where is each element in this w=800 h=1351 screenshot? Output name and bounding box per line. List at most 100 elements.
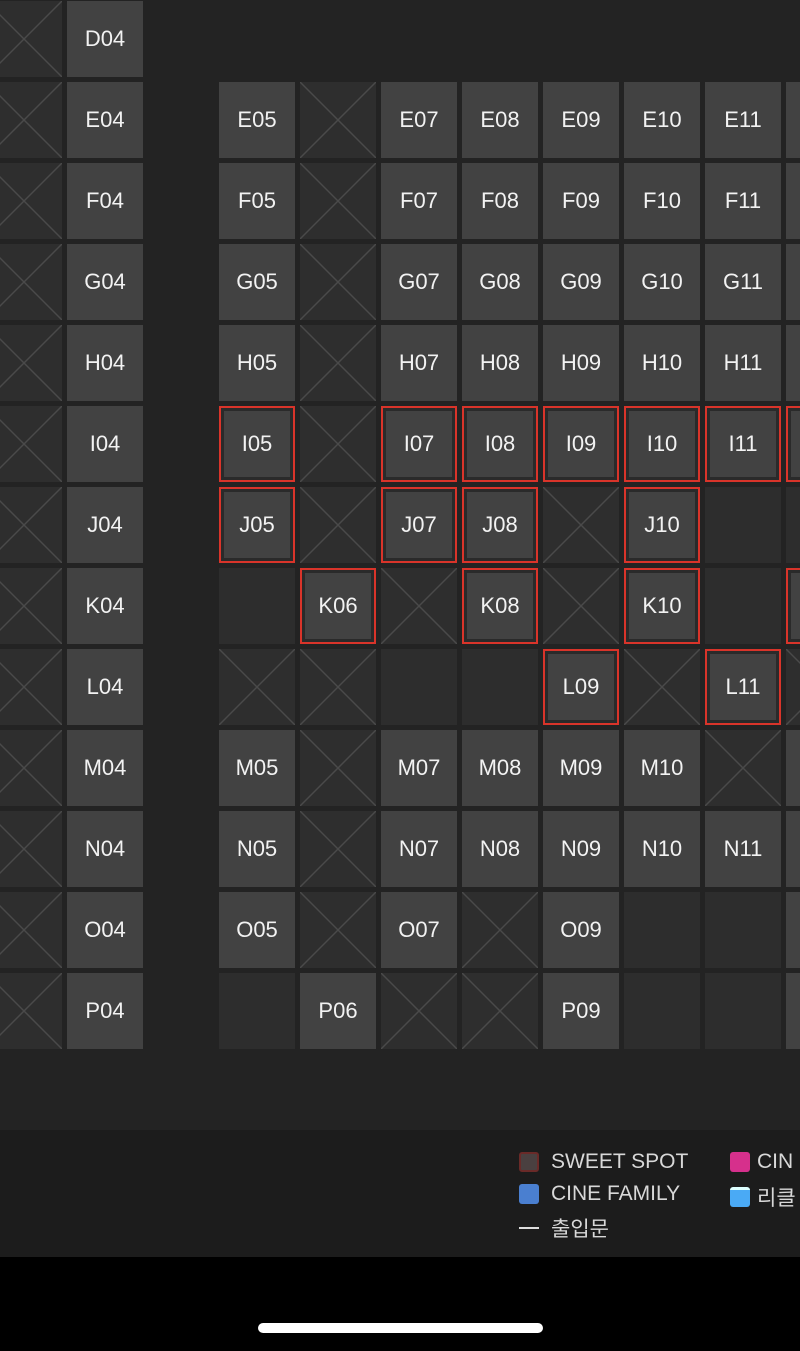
seat-g05-seat[interactable]: G05: [219, 244, 295, 320]
seat-e05-seat[interactable]: E05: [219, 82, 295, 158]
seat-n10-seat[interactable]: N10: [624, 811, 700, 887]
seat-g12-seat[interactable]: [786, 244, 800, 320]
seat-j04-seat[interactable]: J04: [67, 487, 143, 563]
seat-g10-seat[interactable]: G10: [624, 244, 700, 320]
seat-k06-sweet[interactable]: K06: [300, 568, 376, 644]
seat-i10-sweet[interactable]: I10: [624, 406, 700, 482]
seat-e10-seat[interactable]: E10: [624, 82, 700, 158]
seat-m10-seat[interactable]: M10: [624, 730, 700, 806]
seat-n07-seat[interactable]: N07: [381, 811, 457, 887]
seat-m07-seat[interactable]: M07: [381, 730, 457, 806]
seat-i04-seat[interactable]: I04: [67, 406, 143, 482]
seat-f07-seat[interactable]: F07: [381, 163, 457, 239]
seat-i11-sweet[interactable]: I11: [705, 406, 781, 482]
seat-g09-seat[interactable]: G09: [543, 244, 619, 320]
seat-h09-seat[interactable]: H09: [543, 325, 619, 401]
seat-label: F07: [400, 188, 438, 213]
seat-label: L04: [86, 674, 124, 699]
seat-label: M10: [640, 755, 684, 780]
seat-e09-seat[interactable]: E09: [543, 82, 619, 158]
seat-j07-sweet[interactable]: J07: [381, 487, 457, 563]
seat-m09-seat[interactable]: M09: [543, 730, 619, 806]
seat-l04-seat[interactable]: L04: [67, 649, 143, 725]
seat-i12-sweet[interactable]: [786, 406, 800, 482]
seat-e11-seat[interactable]: E11: [705, 82, 781, 158]
blocked-x-icon: [705, 730, 781, 806]
seat-f10-seat[interactable]: F10: [624, 163, 700, 239]
seat-i09-sweet[interactable]: I09: [543, 406, 619, 482]
seat-f12-seat[interactable]: [786, 163, 800, 239]
seat-n08-seat[interactable]: N08: [462, 811, 538, 887]
seat-f08-seat[interactable]: F08: [462, 163, 538, 239]
seat-k04-seat[interactable]: K04: [67, 568, 143, 644]
seat-e12-seat[interactable]: [786, 82, 800, 158]
seat-i07-sweet[interactable]: I07: [381, 406, 457, 482]
seat-p12-seat[interactable]: [786, 973, 800, 1049]
legend-label: 리클: [757, 1187, 796, 1210]
seat-l09-sweet[interactable]: L09: [543, 649, 619, 725]
seat-d04-seat[interactable]: D04: [67, 1, 143, 77]
seat-l11-sweet[interactable]: L11: [705, 649, 781, 725]
seat-label: L11: [710, 654, 776, 720]
seat-label: F10: [643, 188, 681, 213]
seat-o07-seat[interactable]: O07: [381, 892, 457, 968]
seat-f09-seat[interactable]: F09: [543, 163, 619, 239]
seat-k08-sweet[interactable]: K08: [462, 568, 538, 644]
seat-label: J10: [629, 492, 695, 558]
seat-m05-seat[interactable]: M05: [219, 730, 295, 806]
blocked-x-icon: [624, 649, 700, 725]
seat-o05-seat[interactable]: O05: [219, 892, 295, 968]
seat-m03-blocked: [0, 730, 62, 806]
seat-f05-seat[interactable]: F05: [219, 163, 295, 239]
seat-g08-seat[interactable]: G08: [462, 244, 538, 320]
seat-f03-blocked: [0, 163, 62, 239]
legend-recliner: 리클: [730, 1182, 796, 1212]
seat-p08-blocked: [462, 973, 538, 1049]
seat-h12-seat[interactable]: [786, 325, 800, 401]
seat-o09-seat[interactable]: O09: [543, 892, 619, 968]
seat-label: K08: [467, 573, 533, 639]
seat-k12-sweet[interactable]: [786, 568, 800, 644]
seat-o04-seat[interactable]: O04: [67, 892, 143, 968]
seat-p09-seat[interactable]: P09: [543, 973, 619, 1049]
seat-i08-sweet[interactable]: I08: [462, 406, 538, 482]
seat-h10-seat[interactable]: H10: [624, 325, 700, 401]
seat-o10-empty: [624, 892, 700, 968]
seat-h08-seat[interactable]: H08: [462, 325, 538, 401]
seat-m12-seat[interactable]: [786, 730, 800, 806]
seat-g07-seat[interactable]: G07: [381, 244, 457, 320]
seat-j05-sweet[interactable]: J05: [219, 487, 295, 563]
seat-o12-seat[interactable]: [786, 892, 800, 968]
seat-m06-blocked: [300, 730, 376, 806]
seat-n12-seat[interactable]: [786, 811, 800, 887]
seat-e08-seat[interactable]: E08: [462, 82, 538, 158]
seat-n04-seat[interactable]: N04: [67, 811, 143, 887]
seat-h07-seat[interactable]: H07: [381, 325, 457, 401]
seat-i05-sweet[interactable]: I05: [219, 406, 295, 482]
seat-n11-seat[interactable]: N11: [705, 811, 781, 887]
seat-e07-seat[interactable]: E07: [381, 82, 457, 158]
home-indicator[interactable]: [258, 1323, 543, 1333]
legend-entrance: 출입문: [519, 1213, 609, 1243]
seat-h04-seat[interactable]: H04: [67, 325, 143, 401]
seat-m04-seat[interactable]: M04: [67, 730, 143, 806]
seat-p04-seat[interactable]: P04: [67, 973, 143, 1049]
seat-g04-seat[interactable]: G04: [67, 244, 143, 320]
seat-label: I11: [710, 411, 776, 477]
seat-map: D04 E04 E05 E07 E08 E09 E10 E11 F04 F05 F07 F08 F09 F…: [0, 0, 800, 1060]
seat-j08-sweet[interactable]: J08: [462, 487, 538, 563]
seat-h05-seat[interactable]: H05: [219, 325, 295, 401]
seat-n05-seat[interactable]: N05: [219, 811, 295, 887]
seat-f04-seat[interactable]: F04: [67, 163, 143, 239]
seat-g11-seat[interactable]: G11: [705, 244, 781, 320]
seat-e06-blocked: [300, 82, 376, 158]
seat-f11-seat[interactable]: F11: [705, 163, 781, 239]
seat-o06-blocked: [300, 892, 376, 968]
seat-p06-seat[interactable]: P06: [300, 973, 376, 1049]
seat-n09-seat[interactable]: N09: [543, 811, 619, 887]
seat-m08-seat[interactable]: M08: [462, 730, 538, 806]
seat-k10-sweet[interactable]: K10: [624, 568, 700, 644]
seat-e04-seat[interactable]: E04: [67, 82, 143, 158]
seat-h11-seat[interactable]: H11: [705, 325, 781, 401]
seat-j10-sweet[interactable]: J10: [624, 487, 700, 563]
